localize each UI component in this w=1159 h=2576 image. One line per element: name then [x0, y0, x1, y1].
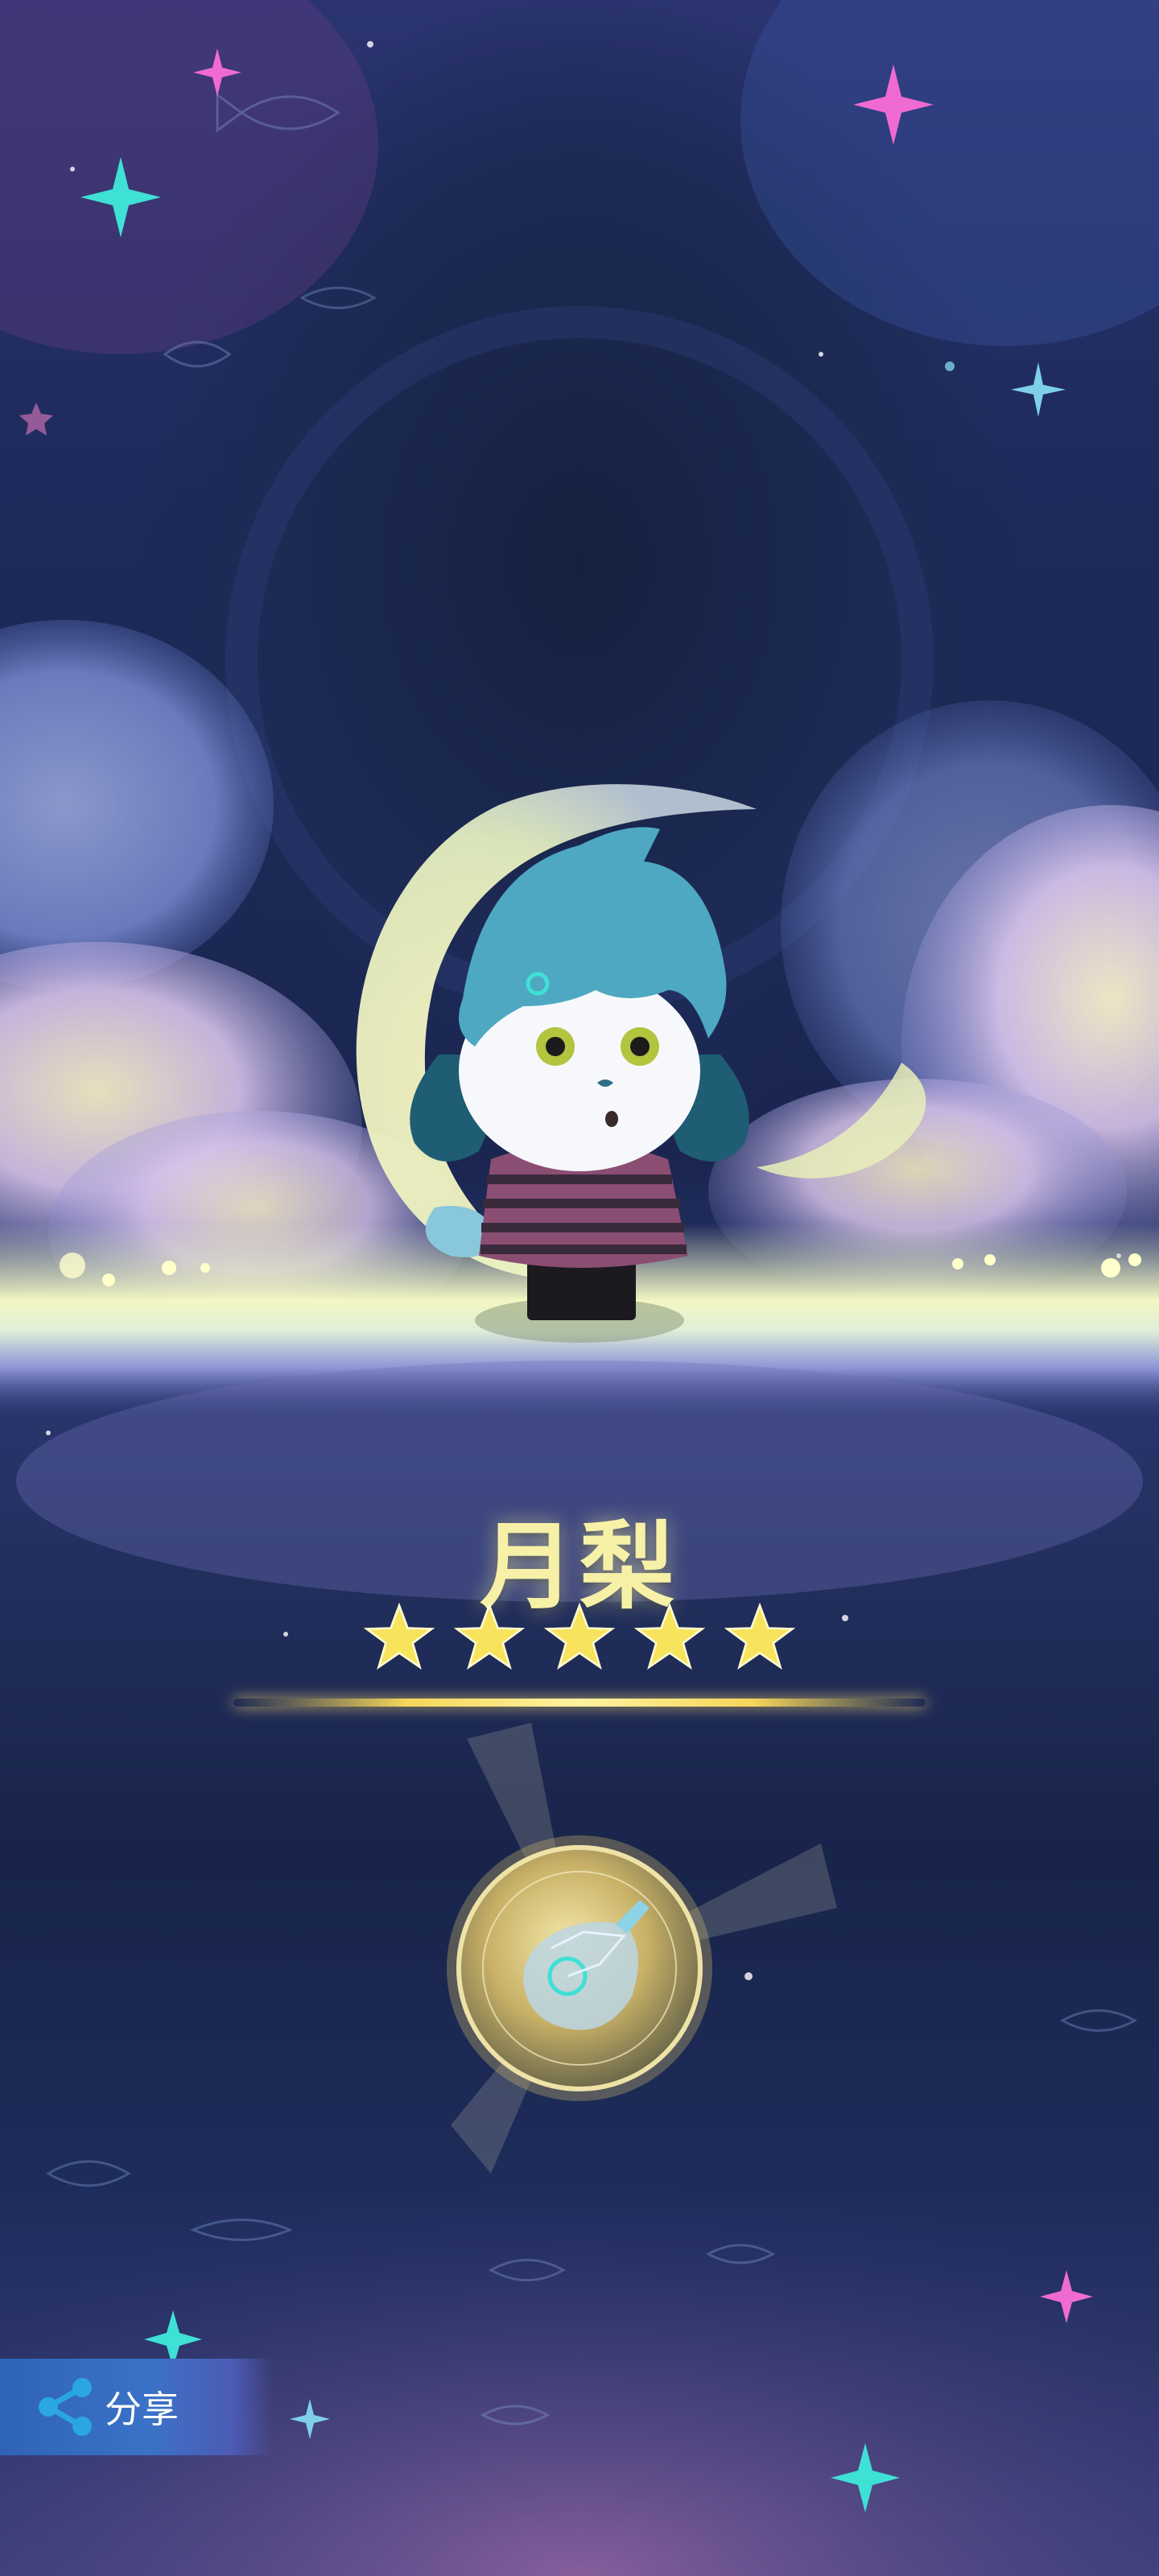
star-icon: [724, 1602, 795, 1670]
reward-item-orb[interactable]: [439, 1827, 720, 2109]
share-label: 分享: [105, 2388, 179, 2431]
share-button[interactable]: 分享: [0, 2359, 274, 2455]
star-icon: [634, 1602, 705, 1670]
share-icon: [39, 2378, 92, 2436]
gold-divider: [233, 1699, 926, 1707]
star-rating: [0, 1602, 1159, 1676]
star-icon: [454, 1602, 525, 1670]
character-obtained-scene: 月梨 分享: [0, 0, 1159, 2576]
scene-background: [0, 0, 1159, 2576]
star-icon: [544, 1602, 615, 1670]
star-icon: [364, 1602, 435, 1670]
